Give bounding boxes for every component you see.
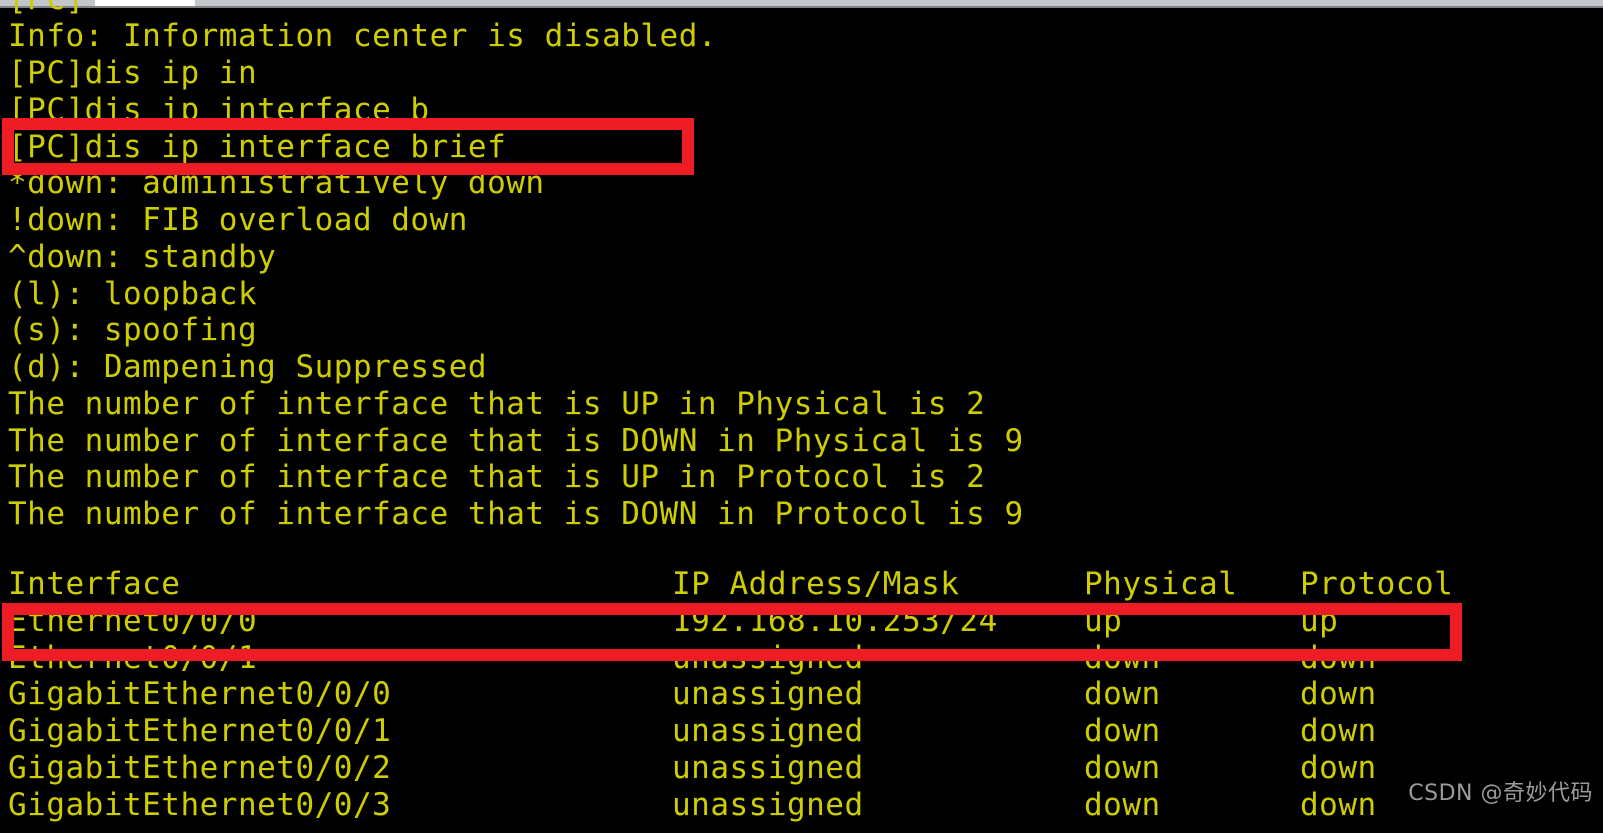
cell-protocol: down xyxy=(1300,640,1377,676)
cell-interface: GigabitEthernet0/0/1 xyxy=(8,713,392,749)
column-header-ip-address-mask: IP Address/Mask xyxy=(672,566,960,602)
terminal-line-legend-dampening: (d): Dampening Suppressed xyxy=(8,349,488,385)
cell-ip-address-mask: unassigned xyxy=(672,676,864,712)
terminal-line-legend-admin-down: *down: administratively down xyxy=(8,165,545,201)
cell-ip-address-mask: unassigned xyxy=(672,787,864,823)
terminal-line-info-center: Info: Information center is disabled. xyxy=(8,18,718,54)
table-row: GigabitEthernet0/0/2 unassigned down dow… xyxy=(0,750,1603,786)
terminal-line-clipped: [PC] xyxy=(8,0,85,17)
cell-physical: down xyxy=(1084,750,1161,786)
terminal-output-area[interactable]: [PC] Info: Information center is disable… xyxy=(0,0,1603,833)
terminal-line-legend-loopback: (l): loopback xyxy=(8,276,258,312)
table-row: Ethernet0/0/0 192.168.10.253/24 up up xyxy=(0,603,1603,639)
terminal-line-command-dis-ip-in: [PC]dis ip in xyxy=(8,55,258,91)
cell-physical: down xyxy=(1084,676,1161,712)
cell-interface: GigabitEthernet0/0/3 xyxy=(8,787,392,823)
cell-ip-address-mask: unassigned xyxy=(672,640,864,676)
cell-physical: down xyxy=(1084,713,1161,749)
table-row: GigabitEthernet0/0/1 unassigned down dow… xyxy=(0,713,1603,749)
terminal-line-command-dis-ip-int-b: [PC]dis ip interface b xyxy=(8,92,430,128)
cell-physical: down xyxy=(1084,640,1161,676)
cell-physical: up xyxy=(1084,603,1123,639)
cell-ip-address-mask: unassigned xyxy=(672,713,864,749)
cell-interface: GigabitEthernet0/0/2 xyxy=(8,750,392,786)
terminal-line-count-up-physical: The number of interface that is UP in Ph… xyxy=(8,386,986,422)
terminal-line-count-down-protocol: The number of interface that is DOWN in … xyxy=(8,496,1024,532)
cell-interface: GigabitEthernet0/0/0 xyxy=(8,676,392,712)
cell-protocol: down xyxy=(1300,750,1377,786)
cell-interface: Ethernet0/0/0 xyxy=(8,603,258,639)
table-row: GigabitEthernet0/0/0 unassigned down dow… xyxy=(0,676,1603,712)
terminal-line-legend-standby: ^down: standby xyxy=(8,239,277,275)
terminal-line-count-down-physical: The number of interface that is DOWN in … xyxy=(8,423,1024,459)
column-header-protocol: Protocol xyxy=(1300,566,1454,602)
cell-ip-address-mask: 192.168.10.253/24 xyxy=(672,603,998,639)
cell-protocol: down xyxy=(1300,676,1377,712)
column-header-interface: Interface xyxy=(8,566,181,602)
terminal-line-legend-spoofing: (s): spoofing xyxy=(8,312,258,348)
table-row: GigabitEthernet0/0/3 unassigned down dow… xyxy=(0,787,1603,823)
cell-physical: down xyxy=(1084,787,1161,823)
table-row: Ethernet0/0/1 unassigned down down xyxy=(0,640,1603,676)
column-header-physical: Physical xyxy=(1084,566,1238,602)
terminal-window: [PC] Info: Information center is disable… xyxy=(0,0,1603,833)
interface-table-header: Interface IP Address/Mask Physical Proto… xyxy=(0,566,1603,602)
cell-ip-address-mask: unassigned xyxy=(672,750,864,786)
cell-protocol: up xyxy=(1300,603,1339,639)
terminal-line-count-up-protocol: The number of interface that is UP in Pr… xyxy=(8,459,986,495)
csdn-watermark: CSDN @奇妙代码 xyxy=(1408,781,1593,806)
terminal-line-command-dis-ip-int-brief: [PC]dis ip interface brief xyxy=(8,129,507,165)
cell-protocol: down xyxy=(1300,787,1377,823)
terminal-line-legend-fib-overload: !down: FIB overload down xyxy=(8,202,468,238)
cell-protocol: down xyxy=(1300,713,1377,749)
cell-interface: Ethernet0/0/1 xyxy=(8,640,258,676)
